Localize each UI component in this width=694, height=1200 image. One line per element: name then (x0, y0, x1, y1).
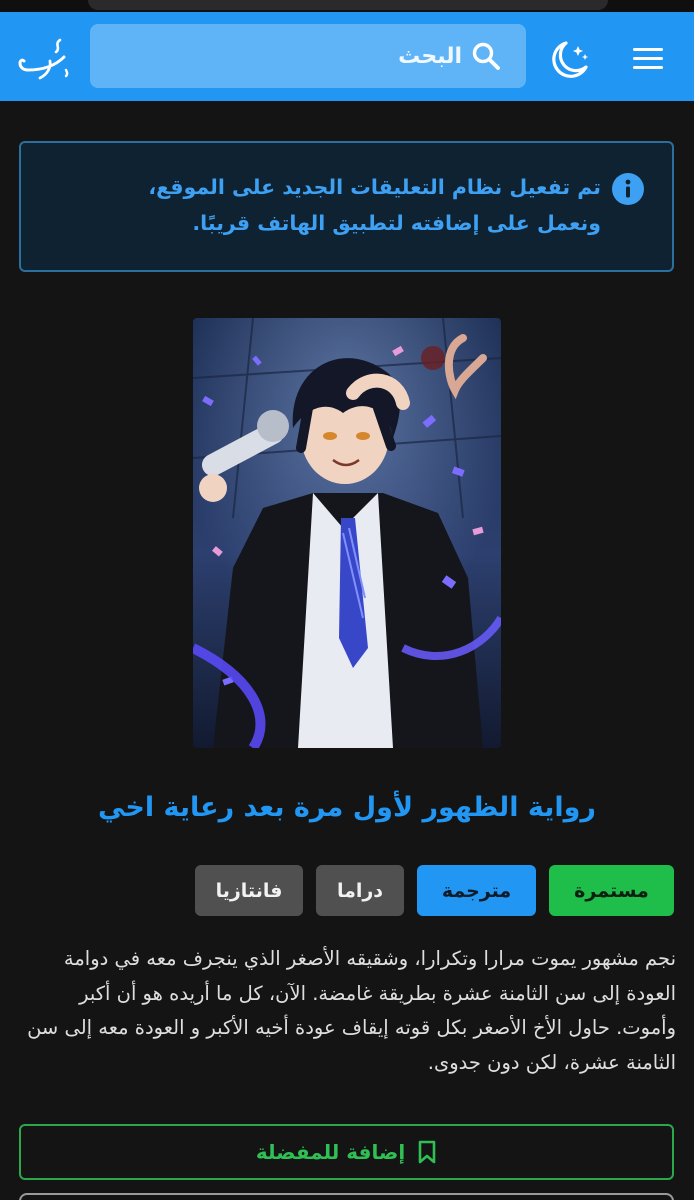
next-section-card (19, 1193, 674, 1200)
genre-tag-drama[interactable]: دراما (316, 865, 404, 916)
status-badge[interactable]: مستمرة (549, 865, 674, 916)
search-input[interactable] (110, 34, 462, 78)
search-bar[interactable] (90, 24, 526, 88)
genre-tag-fantasy[interactable]: فانتازيا (195, 865, 303, 916)
hamburger-menu-icon (633, 47, 663, 51)
moon-stars-icon (552, 41, 589, 78)
announcement-text: تم تفعيل نظام التعليقات الجديد على الموق… (41, 169, 601, 241)
logo-icon (18, 38, 69, 80)
bookmark-icon (418, 1140, 436, 1164)
novel-cover-image (193, 318, 501, 748)
theme-toggle-button[interactable] (545, 34, 595, 82)
announcement-alert: تم تفعيل نظام التعليقات الجديد على الموق… (19, 141, 674, 272)
info-circle-icon (612, 173, 644, 205)
novel-title: رواية الظهور لأول مرة بعد رعاية اخي (98, 792, 596, 823)
novel-description: نجم مشهور يموت مرارا وتكرارا، وشقيقه الأ… (27, 947, 676, 1074)
add-to-favorites-label: إضافة للمفضلة (255, 1140, 406, 1164)
search-icon[interactable] (470, 40, 502, 72)
window-notch (88, 0, 608, 10)
translation-badge[interactable]: مترجمة (417, 865, 536, 916)
menu-button[interactable] (620, 38, 676, 78)
site-logo[interactable] (14, 30, 74, 86)
add-to-favorites-button[interactable]: إضافة للمفضلة (19, 1124, 674, 1180)
top-app-bar (0, 12, 694, 101)
announcement-line: تم تفعيل نظام التعليقات الجديد على الموق… (148, 175, 601, 199)
announcement-line: ونعمل على إضافته لتطبيق الهاتف قريبًا. (192, 211, 601, 235)
